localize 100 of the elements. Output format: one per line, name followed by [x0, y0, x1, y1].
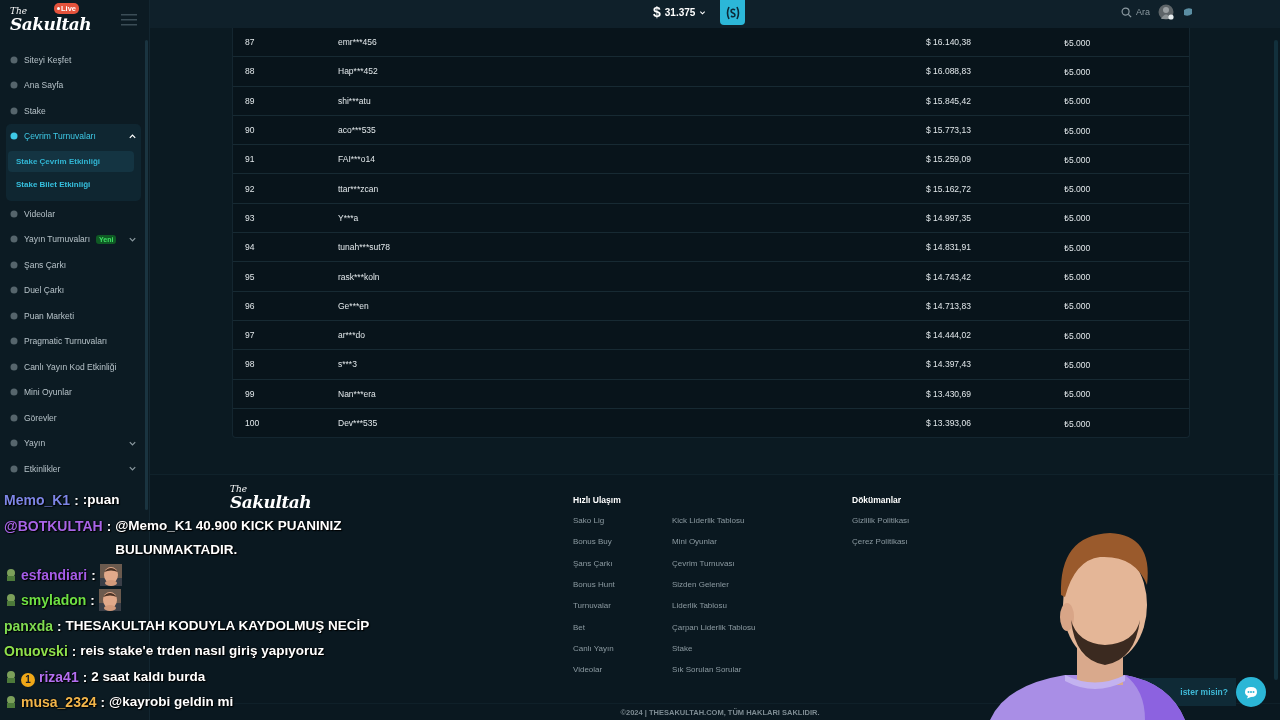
footer-link[interactable]: Sako Lig — [573, 516, 672, 538]
table-cell-text: $ 14.743,42 — [926, 271, 972, 282]
chat-message: :puan — [82, 491, 120, 509]
separator-text: : — [57, 618, 62, 634]
table-cell-text: FAI***o14 — [338, 154, 376, 165]
table-cell-text: 98 — [245, 359, 256, 370]
circle-icon — [10, 55, 18, 64]
footer-link[interactable]: Liderlik Tablosu — [672, 601, 852, 623]
sidebar-item[interactable]: Duel Çarkı — [8, 277, 139, 303]
table-cell-text: ₺5.000 — [1064, 388, 1092, 400]
table-cell-text: 92 — [245, 183, 256, 194]
separator-text: : — [74, 493, 79, 508]
circle-icon — [10, 439, 18, 448]
table-cell-text: 94 — [245, 242, 256, 253]
sidebar-item[interactable]: Stake — [8, 98, 139, 124]
sidebar-item[interactable]: Ana Sayfa — [8, 72, 139, 98]
separator-text: : — [106, 518, 112, 534]
logo-text: Sakultah — [10, 16, 92, 33]
footer-link[interactable]: Mini Oyunlar — [672, 537, 852, 559]
separator-text: : — [82, 669, 88, 685]
footer-link[interactable]: Bonus Hunt — [573, 580, 672, 602]
footer-link[interactable]: Bonus Buy — [573, 537, 672, 559]
table-cell-text: $ 15.845,42 — [926, 95, 972, 106]
circle-icon — [10, 413, 18, 422]
sidebar-item[interactable]: Pragmatic Turnuvaları — [8, 328, 139, 354]
sidebar-item[interactable]: Yayın — [8, 430, 139, 456]
table-cell-text: $ 15.773,13 — [926, 125, 972, 136]
currency-icon — [724, 4, 741, 21]
sidebar-item[interactable]: Videolar — [8, 201, 139, 227]
balance-dropdown[interactable]: $ 31.375 — [650, 4, 710, 20]
footer-link[interactable]: Stake — [672, 643, 852, 666]
notification-icon[interactable] — [1182, 6, 1194, 18]
avatar-icon[interactable] — [1158, 4, 1174, 20]
sidebar-item[interactable]: Puan Marketi — [8, 303, 139, 329]
table-cell-text: ₺5.000 — [1064, 300, 1092, 312]
chat-message: @kayrobi geldin mi — [109, 693, 234, 711]
chevron-down-icon[interactable] — [128, 464, 137, 474]
sidebar-item[interactable]: Görevler — [8, 405, 139, 431]
table-cell-text: $ 13.430,69 — [926, 388, 972, 399]
sidebar-subitem[interactable]: Stake Çevrim Etkinliği — [8, 151, 134, 172]
logo-text: Sakultah — [230, 494, 312, 512]
table-cell-text: 96 — [245, 300, 256, 311]
chat-username: riza41 — [39, 668, 79, 685]
search-icon — [1121, 6, 1132, 18]
footer-link[interactable]: Sizden Gelenler — [672, 580, 852, 602]
circle-icon — [10, 260, 18, 269]
table-cell-text: 97 — [245, 330, 256, 341]
table-cell-text: Hap***452 — [338, 66, 379, 77]
table-cell-text: s***3 — [338, 359, 358, 370]
footer-link[interactable]: Sık Sorulan Sorular — [672, 665, 852, 687]
table-cell-text: 88 — [245, 66, 256, 77]
separator-text: : — [100, 695, 105, 710]
table-cell-text: ₺5.000 — [1064, 153, 1092, 165]
sidebar-item[interactable]: Siteyi Keşfet — [8, 47, 139, 73]
sidebar-item[interactable]: Etkinlikler — [8, 456, 139, 482]
chat-username: esfandiari — [21, 566, 88, 583]
sidebar-item[interactable]: Şans Çarkı — [8, 252, 139, 278]
footer-link[interactable]: Bet — [573, 622, 672, 644]
table-cell-text: emr***456 — [338, 37, 378, 48]
footer-link[interactable]: Videolar — [573, 665, 672, 687]
sidebar-item[interactable]: Mini Oyunlar — [8, 379, 139, 405]
table-cell-text: aco***535 — [338, 125, 377, 136]
table-cell-text: Ge***en — [338, 300, 370, 311]
footer-link[interactable]: Kick Liderlik Tablosu — [672, 516, 852, 538]
footer-link[interactable]: Canlı Yayın — [573, 643, 672, 666]
circle-icon — [10, 337, 18, 346]
chevron-up-icon[interactable] — [128, 131, 137, 141]
separator-text: : — [90, 593, 95, 608]
table-cell-text: rask***koln — [338, 271, 381, 282]
table-cell-text: ₺5.000 — [1064, 271, 1092, 282]
circle-icon — [10, 81, 18, 90]
logo-text: The — [230, 485, 248, 495]
table-cell-text: ₺5.000 — [1064, 417, 1092, 429]
search-button[interactable]: Ara — [1121, 6, 1150, 18]
footer-link[interactable]: Turnuvalar — [573, 601, 672, 623]
wallet-button[interactable] — [720, 0, 745, 25]
circle-icon — [10, 106, 18, 115]
table-cell-text: ₺5.000 — [1064, 124, 1092, 136]
footer-link[interactable]: Çarpan Liderlik Tablosu — [672, 622, 852, 644]
table-cell-text: ₺5.000 — [1064, 329, 1092, 341]
footer-link[interactable]: Çevrim Turnuvası — [672, 558, 852, 581]
table-cell-text: ar***do — [338, 330, 366, 341]
footer-link[interactable]: Şans Çarkı — [573, 558, 672, 581]
footer-link[interactable]: Gizlilik Politikası — [852, 516, 910, 538]
chat-username: @BOTKULTAH — [4, 517, 103, 534]
chat-username: Onuovski — [4, 643, 68, 659]
sidebar-item[interactable]: Canlı Yayın Kod Etkinliği — [8, 354, 139, 380]
chat-message: THESAKULTAH KODUYLA KAYDOLMUŞ NECİP — [65, 616, 370, 635]
circle-icon — [10, 362, 18, 371]
sidebar-subitem[interactable]: Stake Bilet Etkinliği — [8, 174, 134, 195]
table-cell-text: 100 — [245, 418, 261, 428]
table-cell-text: $ 15.162,72 — [926, 183, 972, 194]
table-cell-text: 93 — [245, 212, 256, 223]
circle-icon — [10, 286, 18, 295]
footer-link[interactable]: Çerez Politikası — [852, 537, 910, 559]
circle-icon — [10, 464, 18, 473]
table-cell-text: ₺5.000 — [1064, 241, 1092, 253]
sidebar-item[interactable]: Çevrim Turnuvaları — [8, 123, 139, 149]
circle-icon — [10, 235, 18, 244]
table-cell-text: tunah***sut78 — [338, 242, 391, 253]
